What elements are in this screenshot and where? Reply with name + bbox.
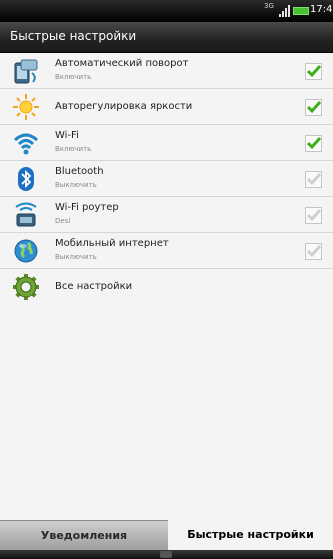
gear-icon xyxy=(12,273,40,301)
setting-title: Все настройки xyxy=(55,281,133,292)
setting-title: Bluetooth xyxy=(55,166,104,177)
network-type-indicator: 3G xyxy=(264,2,274,10)
checkmark-icon xyxy=(307,137,321,150)
setting-wifi[interactable]: Wi-Fi Включить xyxy=(0,125,333,161)
setting-title: Авторегулировка яркости xyxy=(55,101,193,112)
setting-auto-rotate[interactable]: Автоматический поворот Включить xyxy=(0,53,333,89)
checkmark-icon xyxy=(307,173,321,186)
status-bar: 3G 17:49 xyxy=(0,0,333,22)
page-title: Быстрые настройки xyxy=(10,29,137,43)
bluetooth-icon xyxy=(12,165,40,193)
setting-status: Выключить xyxy=(55,181,97,189)
setting-auto-brightness[interactable]: Авторегулировка яркости xyxy=(0,89,333,125)
screen-rotate-icon xyxy=(12,57,40,85)
quick-settings-screen: 3G 17:49 Быстрые настройки Автоматически… xyxy=(0,0,333,559)
checkmark-icon xyxy=(307,65,321,78)
setting-bluetooth[interactable]: Bluetooth Выключить xyxy=(0,161,333,197)
setting-title: Мобильный интернет xyxy=(55,238,169,249)
wifi-router-icon xyxy=(12,201,40,229)
auto-rotate-checkbox[interactable] xyxy=(305,63,322,80)
list-empty-area xyxy=(0,304,333,520)
checkmark-icon xyxy=(307,245,321,258)
tab-quick-settings[interactable]: Быстрые настройки xyxy=(168,520,333,550)
bluetooth-checkbox[interactable] xyxy=(305,171,322,188)
setting-status: Включить xyxy=(55,145,92,153)
header-bar: Быстрые настройки xyxy=(0,22,333,53)
wifi-router-checkbox[interactable] xyxy=(305,207,322,224)
wifi-icon xyxy=(12,129,40,157)
wifi-checkbox[interactable] xyxy=(305,135,322,152)
setting-title: Wi-Fi xyxy=(55,130,79,141)
bottom-tabs: Уведомления Быстрые настройки xyxy=(0,520,333,550)
sun-brightness-icon xyxy=(12,93,40,121)
checkmark-icon xyxy=(307,209,321,222)
status-time: 17:49 xyxy=(310,4,333,15)
setting-status: Выключить xyxy=(55,253,97,261)
drag-handle-icon xyxy=(160,551,172,558)
setting-title: Wi-Fi роутер xyxy=(55,202,119,213)
mobile-internet-checkbox[interactable] xyxy=(305,243,322,260)
setting-all-settings[interactable]: Все настройки xyxy=(0,269,333,305)
auto-brightness-checkbox[interactable] xyxy=(305,99,322,116)
settings-list: Автоматический поворот Включить Авторегу… xyxy=(0,53,333,305)
globe-icon xyxy=(12,237,40,265)
battery-icon xyxy=(293,7,309,15)
checkmark-icon xyxy=(307,101,321,114)
tab-notifications[interactable]: Уведомления xyxy=(0,520,168,550)
setting-status: Desl xyxy=(55,217,71,225)
setting-title: Автоматический поворот xyxy=(55,58,189,69)
setting-wifi-router[interactable]: Wi-Fi роутер Desl xyxy=(0,197,333,233)
setting-status: Включить xyxy=(55,73,92,81)
setting-mobile-internet[interactable]: Мобильный интернет Выключить xyxy=(0,233,333,269)
signal-icon xyxy=(279,5,291,17)
